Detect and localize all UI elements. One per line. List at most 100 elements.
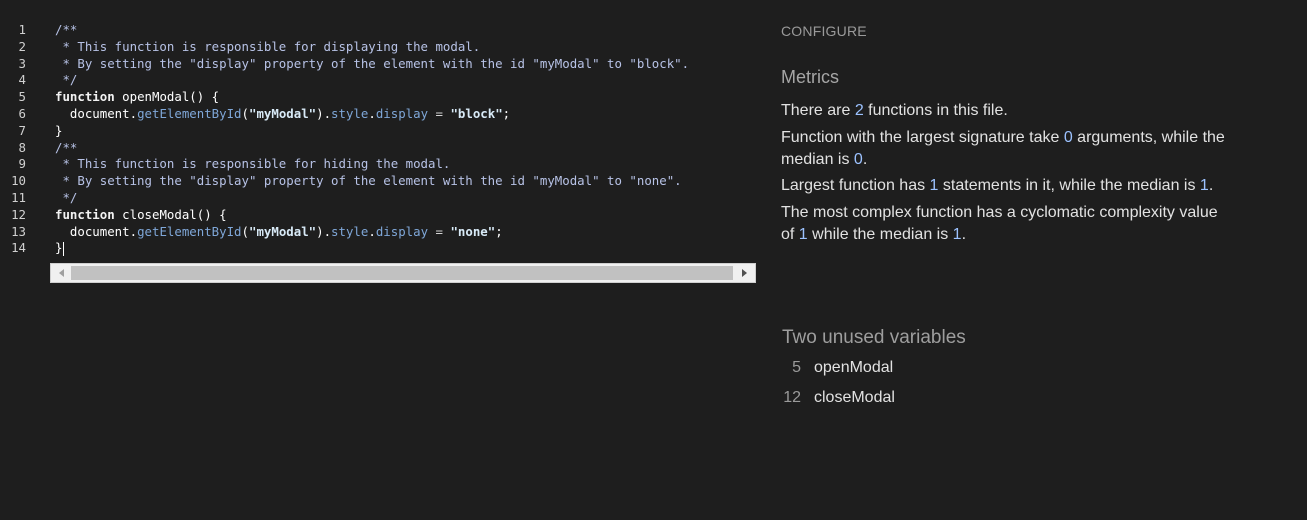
code-token: .	[368, 105, 376, 121]
code-line[interactable]: 13 document.getElementById("myModal").st…	[0, 224, 760, 241]
code-line[interactable]: 7}	[0, 123, 760, 140]
line-number: 13	[11, 223, 26, 239]
code-line[interactable]: 11 */	[0, 190, 760, 207]
code-token: /**	[55, 22, 78, 37]
code-token: ).	[316, 105, 332, 121]
code-token: "none"	[450, 223, 496, 239]
code-text[interactable]: /**	[55, 22, 77, 39]
line-number: 9	[18, 156, 26, 172]
code-text[interactable]: */	[55, 190, 77, 207]
code-token: }	[55, 240, 63, 256]
code-token: getElementById	[137, 105, 242, 121]
line-number: 11	[11, 189, 26, 205]
code-token: }	[55, 122, 63, 138]
code-token: closeModal	[114, 206, 197, 222]
line-number: 10	[11, 173, 26, 189]
metric-value: 1	[952, 226, 962, 243]
code-token: */	[55, 189, 78, 205]
unused-variable-item[interactable]: 5 openModal	[781, 358, 893, 378]
code-token: getElementById	[137, 223, 242, 239]
code-line[interactable]: 4 */	[0, 72, 760, 89]
code-line[interactable]: 14}	[0, 240, 760, 257]
code-line[interactable]: 10 * By setting the "display" property o…	[0, 173, 760, 190]
code-token: =	[428, 223, 451, 239]
code-token: style	[331, 105, 369, 121]
code-token: */	[55, 72, 78, 88]
code-token: * This function is responsible for hidin…	[55, 156, 451, 172]
code-token: (	[241, 105, 249, 121]
metric-complexity: The most complex function has a cyclomat…	[781, 204, 1218, 243]
line-number: 5	[18, 89, 26, 105]
line-number: 14	[11, 240, 26, 256]
code-token: * By setting the "display" property of t…	[55, 173, 682, 189]
code-token: display	[375, 223, 429, 239]
horizontal-scrollbar[interactable]	[50, 263, 756, 283]
code-text[interactable]: function openModal() {	[55, 89, 219, 106]
unused-variable-line: 12	[783, 389, 801, 406]
code-token: (	[241, 223, 249, 239]
metric-value: 0	[853, 151, 863, 168]
unused-variable-item[interactable]: 12 closeModal	[781, 388, 895, 408]
unused-variable-line: 5	[792, 359, 801, 376]
scroll-left-arrow-icon[interactable]	[53, 264, 70, 282]
code-text[interactable]: }	[55, 240, 65, 257]
metric-value: 0	[1063, 129, 1073, 146]
code-text[interactable]: * By setting the "display" property of t…	[55, 173, 682, 190]
code-token: style	[331, 223, 369, 239]
code-text[interactable]: document.getElementById("myModal").style…	[55, 106, 510, 123]
scrollbar-thumb[interactable]	[71, 266, 733, 280]
code-token: * By setting the "display" property of t…	[55, 55, 690, 71]
code-text[interactable]: document.getElementById("myModal").style…	[55, 224, 503, 241]
code-token: /**	[55, 139, 78, 155]
code-text[interactable]: function closeModal() {	[55, 207, 227, 224]
line-number: 1	[18, 22, 26, 37]
code-token: .	[368, 223, 376, 239]
unused-variable-name: closeModal	[814, 389, 895, 406]
metric-function-count: There are 2 functions in this file.	[781, 102, 1008, 119]
metric-value: 1	[1199, 177, 1209, 194]
text-cursor	[63, 241, 65, 256]
code-token: openModal	[114, 89, 190, 105]
scroll-right-arrow-icon[interactable]	[736, 264, 753, 282]
metric-value: 2	[854, 102, 864, 119]
line-number: 8	[18, 139, 26, 155]
code-text[interactable]: }	[55, 123, 62, 140]
code-token: * This function is responsible for displ…	[55, 38, 481, 54]
code-token: =	[428, 105, 451, 121]
code-text[interactable]: /**	[55, 140, 77, 157]
line-number: 12	[11, 206, 26, 222]
code-text[interactable]: * By setting the "display" property of t…	[55, 56, 689, 73]
code-token: () {	[189, 89, 220, 105]
code-token: function	[55, 206, 115, 222]
code-line[interactable]: 2 * This function is responsible for dis…	[0, 39, 760, 56]
configure-link[interactable]: CONFIGURE	[781, 23, 867, 39]
code-line[interactable]: 1 /**	[0, 22, 760, 39]
code-editor[interactable]: 1 /** 2 * This function is responsible for…	[0, 22, 760, 292]
code-token: ;	[502, 105, 511, 121]
code-text[interactable]: * This function is responsible for hidin…	[55, 156, 450, 173]
code-line[interactable]: 5 function openModal() {	[0, 89, 760, 106]
code-token: ;	[495, 223, 503, 239]
code-line[interactable]: 6 document.getElementById("myModal").sty…	[0, 106, 760, 123]
code-line[interactable]: 3 * By setting the "display" property of…	[0, 56, 760, 73]
code-text[interactable]: * This function is responsible for displ…	[55, 39, 480, 56]
metric-signature: Function with the largest signature take…	[781, 129, 1225, 168]
code-token: display	[375, 105, 429, 121]
code-token: "block"	[450, 105, 503, 121]
code-line[interactable]: 12 function closeModal() {	[0, 207, 760, 224]
code-token: document	[55, 105, 130, 121]
line-number: 2	[18, 38, 26, 54]
code-token: "myModal"	[248, 223, 317, 239]
unused-variables-heading: Two unused variables	[782, 327, 966, 348]
metric-statements: Largest function has 1 statements in it,…	[781, 177, 1214, 194]
code-token: document	[55, 223, 130, 239]
code-line[interactable]: 9 * This function is responsible for hid…	[0, 156, 760, 173]
code-token: .	[129, 105, 138, 121]
metric-value: 1	[798, 226, 808, 243]
metrics-heading: Metrics	[781, 67, 839, 87]
code-line[interactable]: 8 /**	[0, 140, 760, 157]
code-token: .	[129, 223, 138, 239]
unused-variable-name: openModal	[814, 359, 894, 376]
code-text[interactable]: */	[55, 72, 77, 89]
line-number: 3	[18, 55, 26, 71]
